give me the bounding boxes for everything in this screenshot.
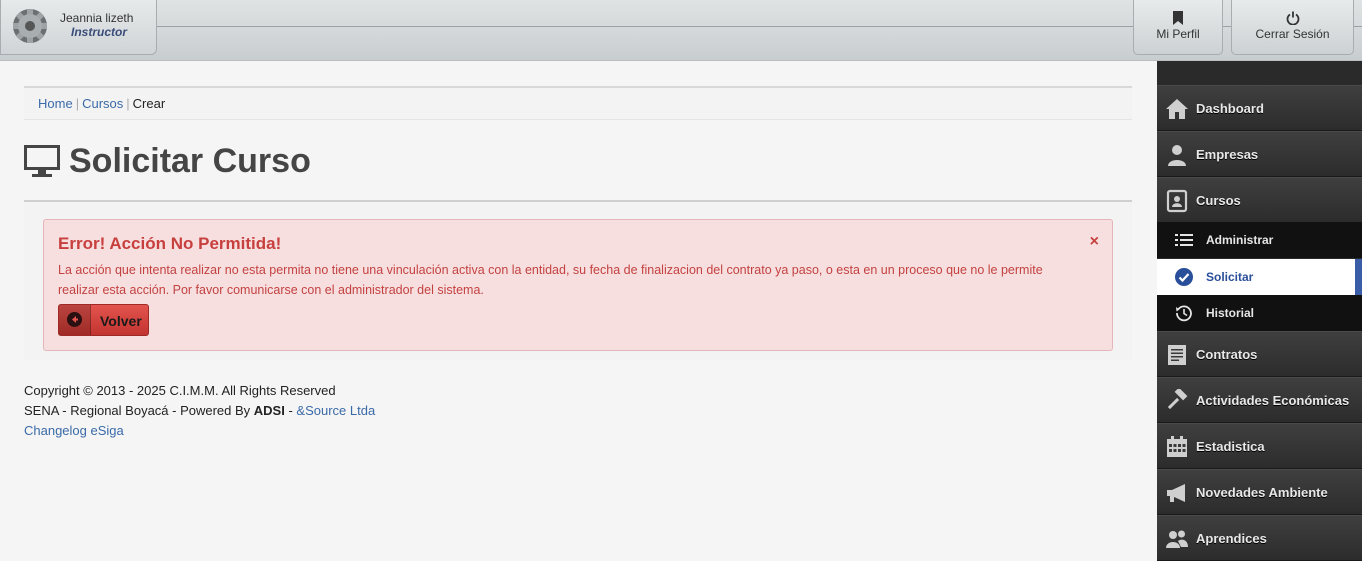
users-icon [1166,530,1188,548]
sidebar-item-dashboard[interactable]: Dashboard [1157,85,1362,131]
sidebar-item-label: Aprendices [1196,531,1267,546]
breadcrumb-current: Crear [132,96,166,111]
profile-label: Mi Perfil [1156,27,1200,41]
sidebar-subitem-administrar[interactable]: Administrar [1157,222,1362,258]
hammer-icon [1167,389,1188,410]
breadcrumb: Home | Cursos | Crear [24,86,1132,120]
back-button-label: Volver [100,313,142,329]
page-title-text: Solicitar Curso [69,142,311,180]
footer-credits-adsi: ADSI [253,403,285,418]
sidebar-item-label: Cursos [1196,193,1241,208]
power-icon [1286,11,1299,25]
footer-source-link[interactable]: &Source Ltda [296,403,375,418]
footer-credits-sep: - [284,403,297,418]
home-icon [1166,99,1188,119]
sidebar-item-novedades-ambiente[interactable]: Novedades Ambiente [1157,469,1362,515]
history-icon [1176,305,1192,322]
check-circle-icon [1175,268,1193,286]
sidebar-item-label: Actividades Económicas [1196,393,1350,408]
footer-changelog-link[interactable]: Changelog eSiga [24,423,124,438]
document-icon [1168,345,1186,365]
sidebar-item-actividades-economicas[interactable]: Actividades Económicas [1157,377,1362,423]
sidebar-item-label: Estadistica [1196,439,1265,454]
megaphone-icon [1167,484,1185,502]
alert-title: Error! Acción No Permitida! [58,234,282,253]
sidebar-subitem-historial[interactable]: Historial [1157,295,1362,331]
footer: Copyright © 2013 - 2025 C.I.M.M. All Rig… [24,381,375,441]
sidebar-item-aprendices[interactable]: Aprendices [1157,515,1362,561]
user-role: Instructor [71,25,128,39]
gear-icon [13,9,47,43]
monitor-icon [24,145,60,177]
logout-label: Cerrar Sesión [1255,27,1330,41]
sidebar-subitem-label: Historial [1206,306,1255,320]
sidebar-item-label: Contratos [1196,347,1258,362]
breadcrumb-courses[interactable]: Cursos [82,96,123,111]
close-icon[interactable]: × [1090,233,1099,251]
alert-message: La acción que intenta realizar no esta p… [58,263,1043,297]
sidebar-item-label: Dashboard [1196,101,1264,116]
breadcrumb-home[interactable]: Home [38,96,73,111]
sidebar-item-label: Novedades Ambiente [1196,485,1328,500]
sidebar-item-label: Empresas [1196,147,1259,162]
person-icon [1168,145,1186,166]
breadcrumb-separator: | [126,96,130,111]
logout-button[interactable]: Cerrar Sesión [1231,0,1354,55]
error-alert: Error! Acción No Permitida! × La acción … [43,219,1113,351]
breadcrumb-separator: | [75,96,80,111]
footer-credits: SENA - Regional Boyacá - Powered By ADSI… [24,401,375,421]
contact-book-icon [1166,189,1188,213]
sidebar-item-empresas[interactable]: Empresas [1157,131,1362,177]
sidebar-item-contratos[interactable]: Contratos [1157,331,1362,377]
calendar-icon [1167,436,1187,457]
sidebar-subitem-label: Solicitar [1206,270,1254,284]
bookmark-icon [1173,11,1183,25]
sidebar: Dashboard Empresas Cursos Administrar So… [1157,61,1362,561]
back-icon-box [59,305,91,335]
sidebar-item-cursos[interactable]: Cursos [1157,177,1362,223]
sidebar-subitem-label: Administrar [1206,233,1274,247]
user-name: Jeannia lizeth [60,11,134,25]
footer-copyright: Copyright © 2013 - 2025 C.I.M.M. All Rig… [24,383,336,398]
arrow-left-circle-icon [67,312,82,327]
profile-button[interactable]: Mi Perfil [1133,0,1223,55]
back-button[interactable]: Volver [58,304,149,336]
footer-credits-prefix: SENA - Regional Boyacá - Powered By [24,403,254,418]
sidebar-item-estadistica[interactable]: Estadistica [1157,423,1362,469]
user-box: Jeannia lizeth Instructor [0,0,157,55]
sidebar-subitem-solicitar[interactable]: Solicitar [1157,259,1362,295]
list-icon [1175,234,1193,246]
